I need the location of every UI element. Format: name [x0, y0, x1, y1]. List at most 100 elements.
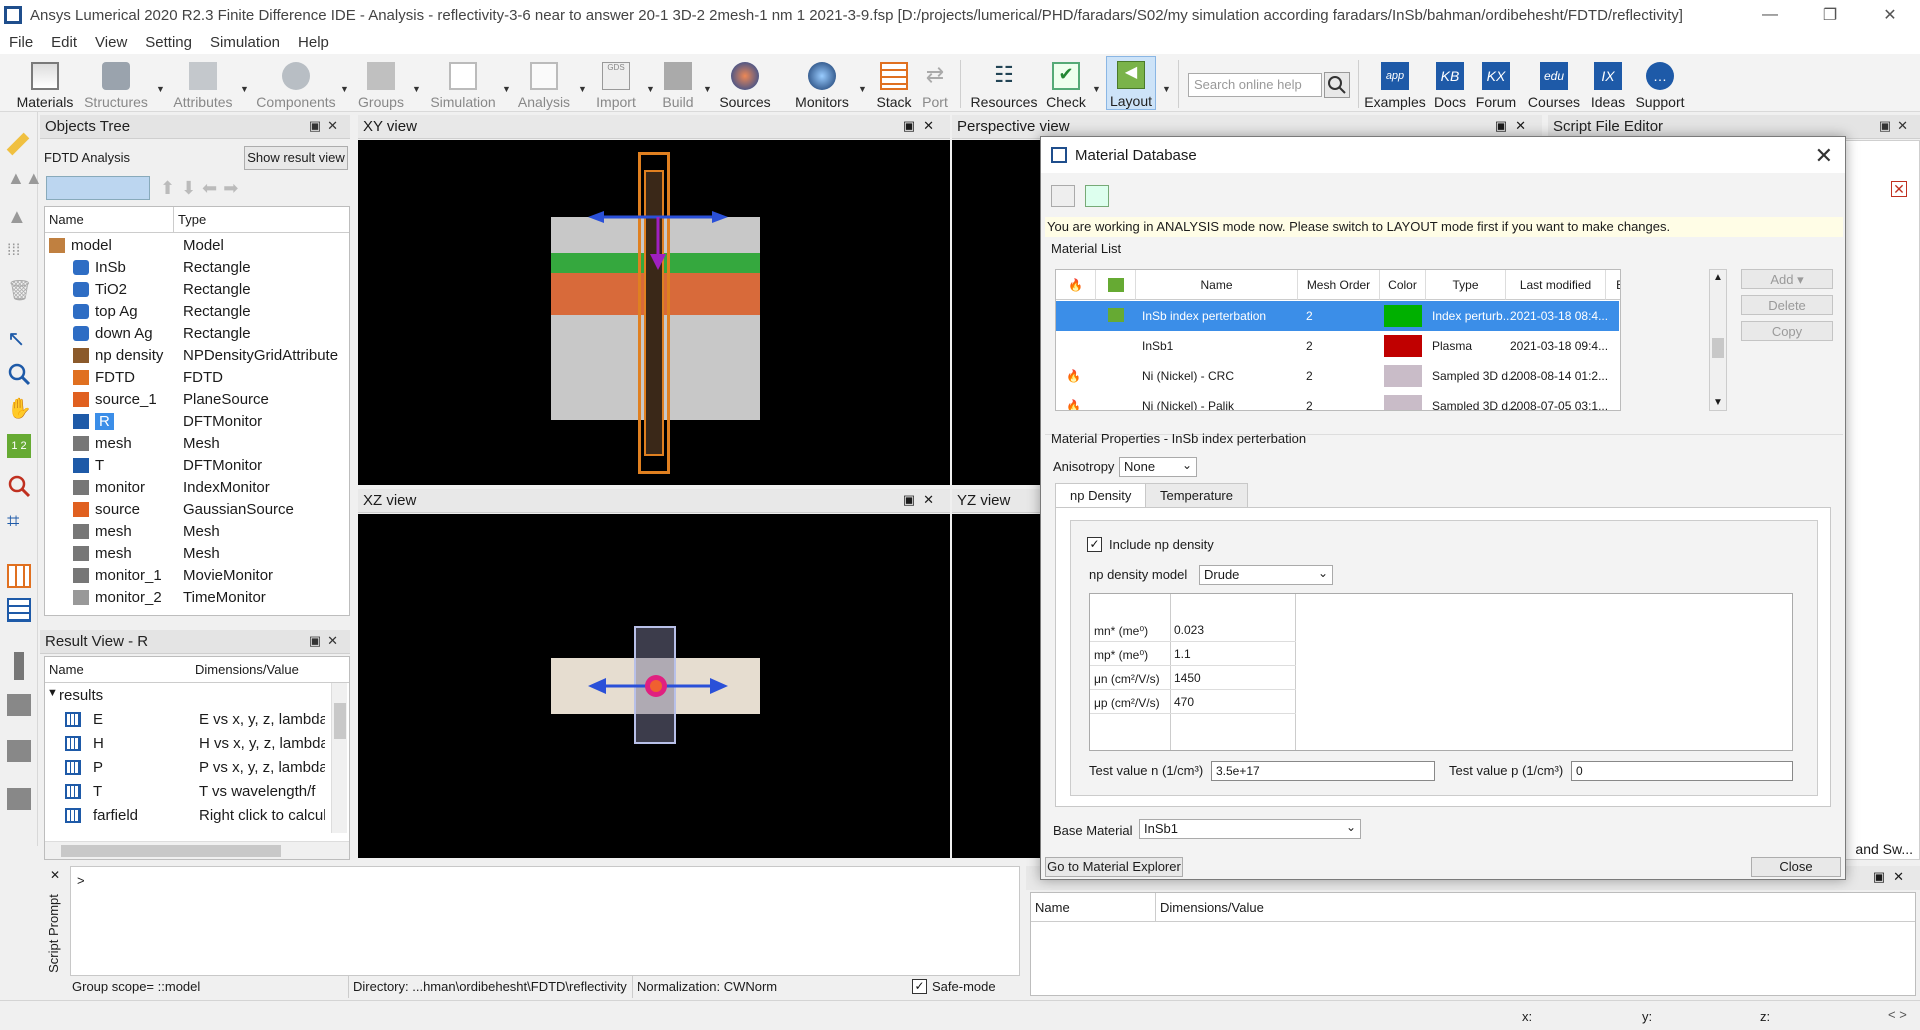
np-param-value[interactable]: 0.023 — [1174, 623, 1204, 637]
analysis-button[interactable]: Analysis — [516, 56, 572, 110]
material-color-swatch[interactable] — [1384, 305, 1422, 327]
pointer-icon[interactable]: ↖ — [7, 326, 31, 351]
tab-temperature[interactable]: Temperature — [1145, 483, 1248, 507]
menu-edit[interactable]: Edit — [42, 34, 86, 51]
port-button[interactable]: ⇄ Port — [918, 56, 952, 110]
trash-icon[interactable]: 🗑 — [7, 278, 32, 302]
np-param-value[interactable]: 1.1 — [1174, 647, 1191, 661]
view-y-icon[interactable] — [7, 740, 31, 762]
anisotropy-select[interactable]: None ⌄ — [1119, 457, 1197, 477]
tree-item[interactable]: mesh Mesh — [45, 521, 349, 543]
view-z-icon[interactable] — [7, 788, 31, 810]
col-export[interactable]: Export — [1606, 270, 1620, 300]
groups-button[interactable]: Groups — [356, 56, 406, 110]
minimize-button[interactable]: — — [1740, 0, 1800, 30]
go-to-material-explorer-button[interactable]: Go to Material Explorer — [1045, 857, 1183, 877]
result-col-name[interactable]: Name — [49, 662, 84, 677]
result-item[interactable]: PP vs x, y, z, lambda/ — [45, 757, 327, 779]
col-material-name[interactable]: Name — [1136, 270, 1298, 300]
menu-setting[interactable]: Setting — [136, 34, 201, 51]
col-last-modified[interactable]: Last modified — [1506, 270, 1606, 300]
triangle-icon[interactable]: ▲ — [7, 206, 31, 230]
mountains-icon[interactable]: ▲▲ — [7, 168, 43, 192]
add-material-button[interactable]: Add ▾ — [1741, 269, 1833, 289]
monitors-button[interactable]: Monitors — [792, 56, 852, 110]
export-material-icon[interactable] — [1085, 185, 1109, 207]
tree-item[interactable]: mesh Mesh — [45, 543, 349, 565]
close-tab-icon[interactable]: ✕ — [1891, 181, 1907, 197]
examples-button[interactable]: app Examples — [1364, 56, 1426, 110]
col-type[interactable]: Type — [1426, 270, 1506, 300]
script-prompt-tab[interactable]: ✕ Script Prompt — [44, 866, 70, 992]
ruler-icon[interactable]: 1 2 — [7, 434, 31, 458]
menu-view[interactable]: View — [86, 34, 136, 51]
test-p-input[interactable]: 0 — [1571, 761, 1793, 781]
simulation-button[interactable]: Simulation — [428, 56, 498, 110]
panel-float-close-icons[interactable]: ▣✕ — [309, 118, 344, 134]
attributes-button[interactable]: Attributes — [170, 56, 236, 110]
result-col-dims[interactable]: Dimensions/Value — [195, 662, 299, 677]
tree-item[interactable]: T DFTMonitor — [45, 455, 349, 477]
view-bar-icon[interactable] — [14, 652, 24, 680]
materials-button[interactable]: Materials — [14, 56, 76, 110]
tree-item[interactable]: np density NPDensityGridAttribute — [45, 345, 349, 367]
search-button[interactable] — [1324, 72, 1350, 98]
result-item[interactable]: HH vs x, y, z, lambda/ — [45, 733, 327, 755]
grid-dots-icon[interactable]: ⁞⁞⁞ — [7, 242, 31, 266]
zoom-icon[interactable] — [7, 362, 31, 386]
vertical-scrollbar[interactable] — [331, 683, 347, 833]
axes-icon[interactable]: ⌗ — [7, 508, 31, 533]
import-material-icon[interactable] — [1051, 185, 1075, 207]
xy-view-canvas[interactable] — [358, 140, 950, 485]
components-button[interactable]: Components — [256, 56, 336, 110]
sources-button[interactable]: Sources — [718, 56, 772, 110]
result-item[interactable]: TT vs wavelength/f — [45, 781, 327, 803]
script-prompt-input[interactable]: > — [70, 866, 1020, 976]
material-color-swatch[interactable] — [1384, 365, 1422, 387]
tree-item[interactable]: TiO2 Rectangle — [45, 279, 349, 301]
tree-item[interactable]: monitor_2 TimeMonitor — [45, 587, 349, 609]
tree-item[interactable]: R DFTMonitor — [45, 411, 349, 433]
menu-simulation[interactable]: Simulation — [201, 34, 289, 51]
docs-button[interactable]: KB Docs — [1434, 56, 1466, 110]
import-button[interactable]: GDS Import — [594, 56, 638, 110]
scroll-arrows-icon[interactable]: < > — [1888, 1007, 1907, 1022]
show-result-view-button[interactable]: Show result view — [244, 146, 348, 170]
np-density-model-select[interactable]: Drude ⌄ — [1199, 565, 1333, 585]
tree-tool-buttons[interactable] — [46, 176, 150, 200]
user-material-header-icon[interactable] — [1096, 270, 1136, 300]
stack-button[interactable]: Stack — [874, 56, 914, 110]
close-window-button[interactable]: ✕ — [1860, 0, 1920, 30]
material-row[interactable]: InSb12Plasma2021-03-18 09:4...✓ — [1056, 331, 1619, 361]
result-item[interactable]: farfield Right click to calcul — [45, 805, 327, 827]
material-row[interactable]: 🔥 Ni (Nickel) - CRC 2 Sampled 3D d... 2008-0… — [1056, 361, 1619, 391]
forum-button[interactable]: KX Forum — [1474, 56, 1518, 110]
view-zoom-icon[interactable] — [7, 474, 31, 498]
delete-material-button[interactable]: Delete — [1741, 295, 1833, 315]
tree-item[interactable]: InSb Rectangle — [45, 257, 349, 279]
test-n-input[interactable]: 3.5e+17 — [1211, 761, 1435, 781]
horizontal-scrollbar[interactable] — [45, 841, 349, 859]
hand-icon[interactable]: ✋ — [7, 396, 32, 420]
build-button[interactable]: Build — [660, 56, 696, 110]
col-name-header[interactable]: Name — [49, 212, 84, 227]
tree-item[interactable]: monitor_1 MovieMonitor — [45, 565, 349, 587]
move-arrows-icon[interactable]: ⬆⬇⬅➡ — [160, 178, 244, 199]
close-icon[interactable]: ✕ — [50, 868, 60, 882]
dialog-close-icon[interactable]: ✕ — [1815, 143, 1833, 169]
maximize-button[interactable]: ❐ — [1800, 0, 1860, 30]
pencil-icon[interactable] — [6, 132, 30, 156]
xz-view-canvas[interactable] — [358, 514, 950, 858]
copy-material-button[interactable]: Copy — [1741, 321, 1833, 341]
np-param-value[interactable]: 1450 — [1174, 671, 1201, 685]
table-icon[interactable] — [7, 598, 31, 622]
tree-item[interactable]: down Ag Rectangle — [45, 323, 349, 345]
material-row[interactable]: InSb index perterbation 2 Index perturb...… — [1056, 301, 1619, 331]
panel-float-close-icons[interactable]: ▣✕ — [309, 633, 344, 649]
flame-header-icon[interactable]: 🔥 — [1056, 270, 1096, 300]
result-group[interactable]: ▼ results — [45, 685, 325, 707]
tree-item[interactable]: top Ag Rectangle — [45, 301, 349, 323]
material-color-swatch[interactable] — [1384, 395, 1422, 410]
layout-button[interactable]: ◀ Layout — [1106, 56, 1156, 110]
dialog-close-button[interactable]: Close — [1751, 857, 1841, 877]
